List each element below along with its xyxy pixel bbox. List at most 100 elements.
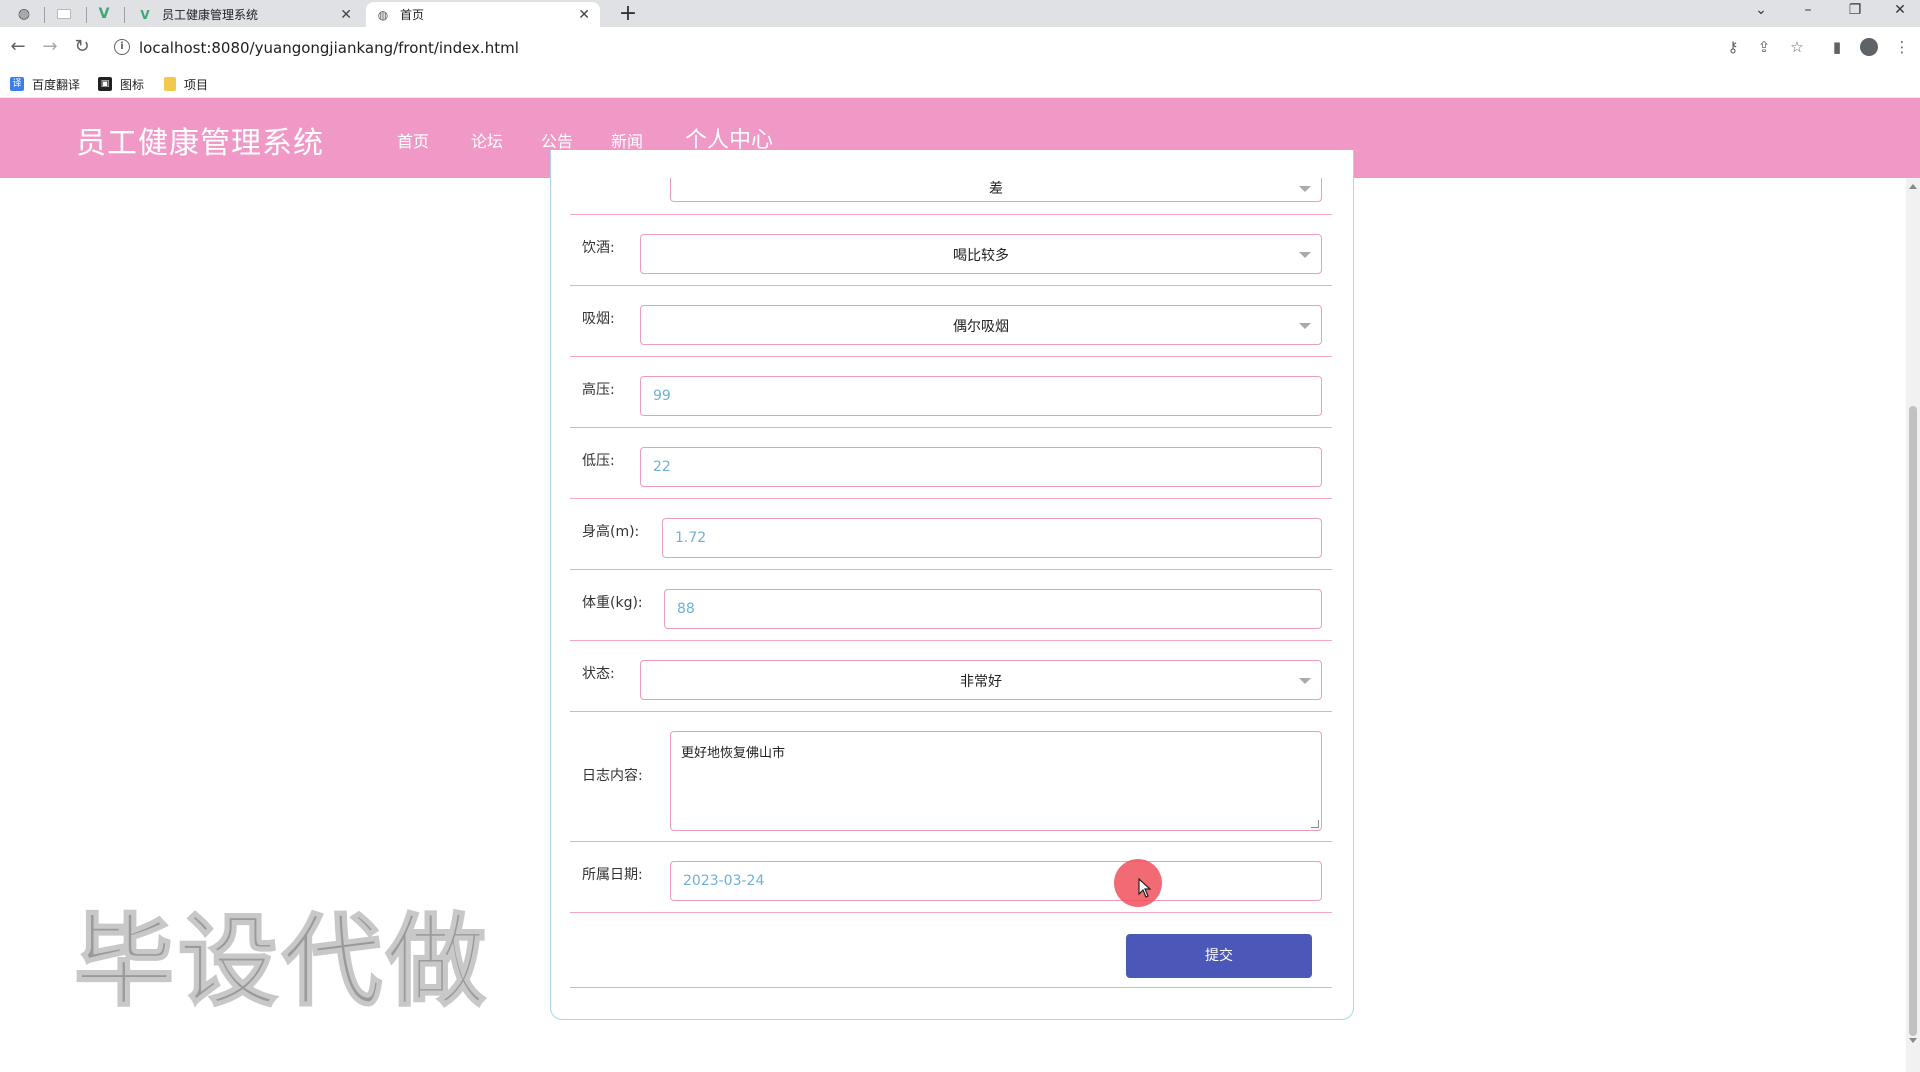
tab-system[interactable]: V 员工健康管理系统 ✕ xyxy=(128,2,362,27)
tab-title: 员工健康管理系统 xyxy=(162,8,259,22)
select-value: 偶尔吸烟 xyxy=(953,319,1009,335)
page-scrollbar[interactable] xyxy=(1906,178,1920,1072)
field-label: 日志内容: xyxy=(582,768,643,784)
pinned-tab-blank[interactable] xyxy=(48,3,80,25)
mouse-cursor-icon xyxy=(1138,877,1152,902)
image-icon: ▣ xyxy=(98,77,112,91)
form-row-status: 状态: 非常好 xyxy=(570,641,1332,712)
browser-toolbar: ← → ↻ i localhost:8080/yuangongjiankang/… xyxy=(0,27,1920,70)
tab-separator xyxy=(124,7,125,23)
nav-forum[interactable]: 论坛 xyxy=(471,128,503,152)
tab-close-icon[interactable]: ✕ xyxy=(340,7,352,23)
bookmark-label: 百度翻译 xyxy=(32,77,81,92)
bookmark-label: 项目 xyxy=(184,77,209,92)
vue-logo-icon: V xyxy=(140,7,150,22)
select-value: 喝比较多 xyxy=(953,248,1009,264)
field-label: 低压: xyxy=(582,453,615,469)
form-row-log: 日志内容: 更好地恢复佛山市 xyxy=(570,712,1332,842)
nav-home[interactable]: 首页 xyxy=(397,128,429,152)
field-label: 状态: xyxy=(582,666,615,682)
scroll-down-arrow-icon[interactable] xyxy=(1909,1038,1917,1043)
bookmarks-bar: 译 百度翻译 ▣ 图标 项目 xyxy=(0,70,1920,98)
address-bar[interactable]: i localhost:8080/yuangongjiankang/front/… xyxy=(106,33,1806,63)
drinking-select[interactable]: 喝比较多 xyxy=(640,234,1322,274)
globe-icon: ◍ xyxy=(377,7,389,22)
field-label: 体重(kg): xyxy=(582,595,643,611)
form-row-smoking: 吸烟: 偶尔吸烟 xyxy=(570,286,1332,357)
share-icon[interactable]: ⇪ xyxy=(1752,35,1776,59)
form-row-diastolic: 低压: 22 xyxy=(570,428,1332,499)
textarea-value: 更好地恢复佛山市 xyxy=(681,746,786,761)
form-row-height: 身高(m): 1.72 xyxy=(570,499,1332,570)
chevron-down-icon xyxy=(1299,252,1311,258)
systolic-input[interactable]: 99 xyxy=(640,376,1322,416)
select-value: 差 xyxy=(989,181,1003,197)
log-textarea[interactable]: 更好地恢复佛山市 xyxy=(670,731,1322,831)
input-value: 22 xyxy=(653,459,671,475)
scroll-thumb[interactable] xyxy=(1909,406,1917,1036)
password-key-icon[interactable]: ⚷ xyxy=(1721,35,1745,59)
side-panel-icon[interactable]: ▮ xyxy=(1825,35,1849,59)
input-value: 88 xyxy=(677,601,695,617)
site-title: 员工健康管理系统 xyxy=(76,126,324,161)
bookmark-baidu-translate[interactable]: 译 百度翻译 xyxy=(10,73,80,95)
form-row-drinking: 饮酒: 喝比较多 xyxy=(570,215,1332,286)
chevron-down-icon xyxy=(1299,678,1311,684)
form-row-weight: 体重(kg): 88 xyxy=(570,570,1332,641)
field-label: 吸烟: xyxy=(582,311,615,327)
bookmark-label: 图标 xyxy=(120,77,145,92)
tab-close-icon[interactable]: ✕ xyxy=(578,7,590,23)
new-tab-button[interactable]: + xyxy=(615,1,641,26)
resize-handle-icon[interactable] xyxy=(1311,820,1319,828)
field-label: 饮酒: xyxy=(582,240,615,256)
blank-page-icon xyxy=(57,9,71,19)
chevron-down-icon xyxy=(1299,323,1311,329)
submit-button[interactable]: 提交 xyxy=(1126,934,1312,978)
select-value: 非常好 xyxy=(960,674,1002,690)
tab-home[interactable]: ◍ 首页 ✕ xyxy=(366,2,600,27)
form-row-systolic: 高压: 99 xyxy=(570,357,1332,428)
field-label: 身高(m): xyxy=(582,524,640,540)
nav-notice[interactable]: 公告 xyxy=(541,128,573,152)
field-label: 所属日期: xyxy=(582,867,643,883)
smoking-select[interactable]: 偶尔吸烟 xyxy=(640,305,1322,345)
input-value: 1.72 xyxy=(675,530,707,546)
restore-button[interactable]: ❐ xyxy=(1840,2,1870,18)
diastolic-input[interactable]: 22 xyxy=(640,447,1322,487)
profile-avatar-icon[interactable] xyxy=(1857,35,1881,59)
tab-separator xyxy=(44,7,45,23)
reload-icon[interactable]: ↻ xyxy=(70,35,94,59)
tab-title: 首页 xyxy=(400,8,425,22)
site-info-icon[interactable]: i xyxy=(114,39,130,55)
more-menu-icon[interactable]: ⋮ xyxy=(1890,35,1914,59)
weight-input[interactable]: 88 xyxy=(664,589,1322,629)
pinned-tab-globe[interactable]: ◍ xyxy=(8,3,40,25)
status-select[interactable]: 非常好 xyxy=(640,660,1322,700)
chevron-down-icon xyxy=(1299,186,1311,192)
vue-logo-icon: V xyxy=(98,6,110,22)
bookmark-icons[interactable]: ▣ 图标 xyxy=(98,73,144,95)
input-value: 2023-03-24 xyxy=(683,873,765,889)
tab-separator xyxy=(86,7,87,23)
nav-news[interactable]: 新闻 xyxy=(611,128,643,152)
close-window-button[interactable]: ✕ xyxy=(1885,2,1915,18)
field-label: 高压: xyxy=(582,382,615,398)
scroll-up-arrow-icon[interactable] xyxy=(1909,184,1917,189)
watermark-text: 毕设代做 xyxy=(73,902,490,1021)
translate-icon: 译 xyxy=(10,77,24,91)
browser-tab-strip: ◍ V V 员工健康管理系统 ✕ ◍ 首页 ✕ + ⌄ – ❐ ✕ xyxy=(0,0,1920,27)
height-input[interactable]: 1.72 xyxy=(662,518,1322,558)
url-text: localhost:8080/yuangongjiankang/front/in… xyxy=(139,39,519,57)
input-value: 99 xyxy=(653,388,671,404)
tab-search-icon[interactable]: ⌄ xyxy=(1746,2,1776,18)
pinned-tab-vue[interactable]: V xyxy=(88,3,120,25)
bookmark-folder-project[interactable]: 项目 xyxy=(164,73,208,95)
date-input[interactable]: 2023-03-24 xyxy=(670,861,1322,901)
bookmark-star-icon[interactable]: ☆ xyxy=(1785,35,1809,59)
forward-arrow-icon[interactable]: → xyxy=(38,35,62,59)
folder-icon xyxy=(164,77,176,91)
partial-select[interactable]: 差 xyxy=(670,178,1322,202)
minimize-button[interactable]: – xyxy=(1793,2,1823,18)
back-arrow-icon[interactable]: ← xyxy=(6,35,30,59)
form-row-partial: 差 xyxy=(570,160,1332,215)
